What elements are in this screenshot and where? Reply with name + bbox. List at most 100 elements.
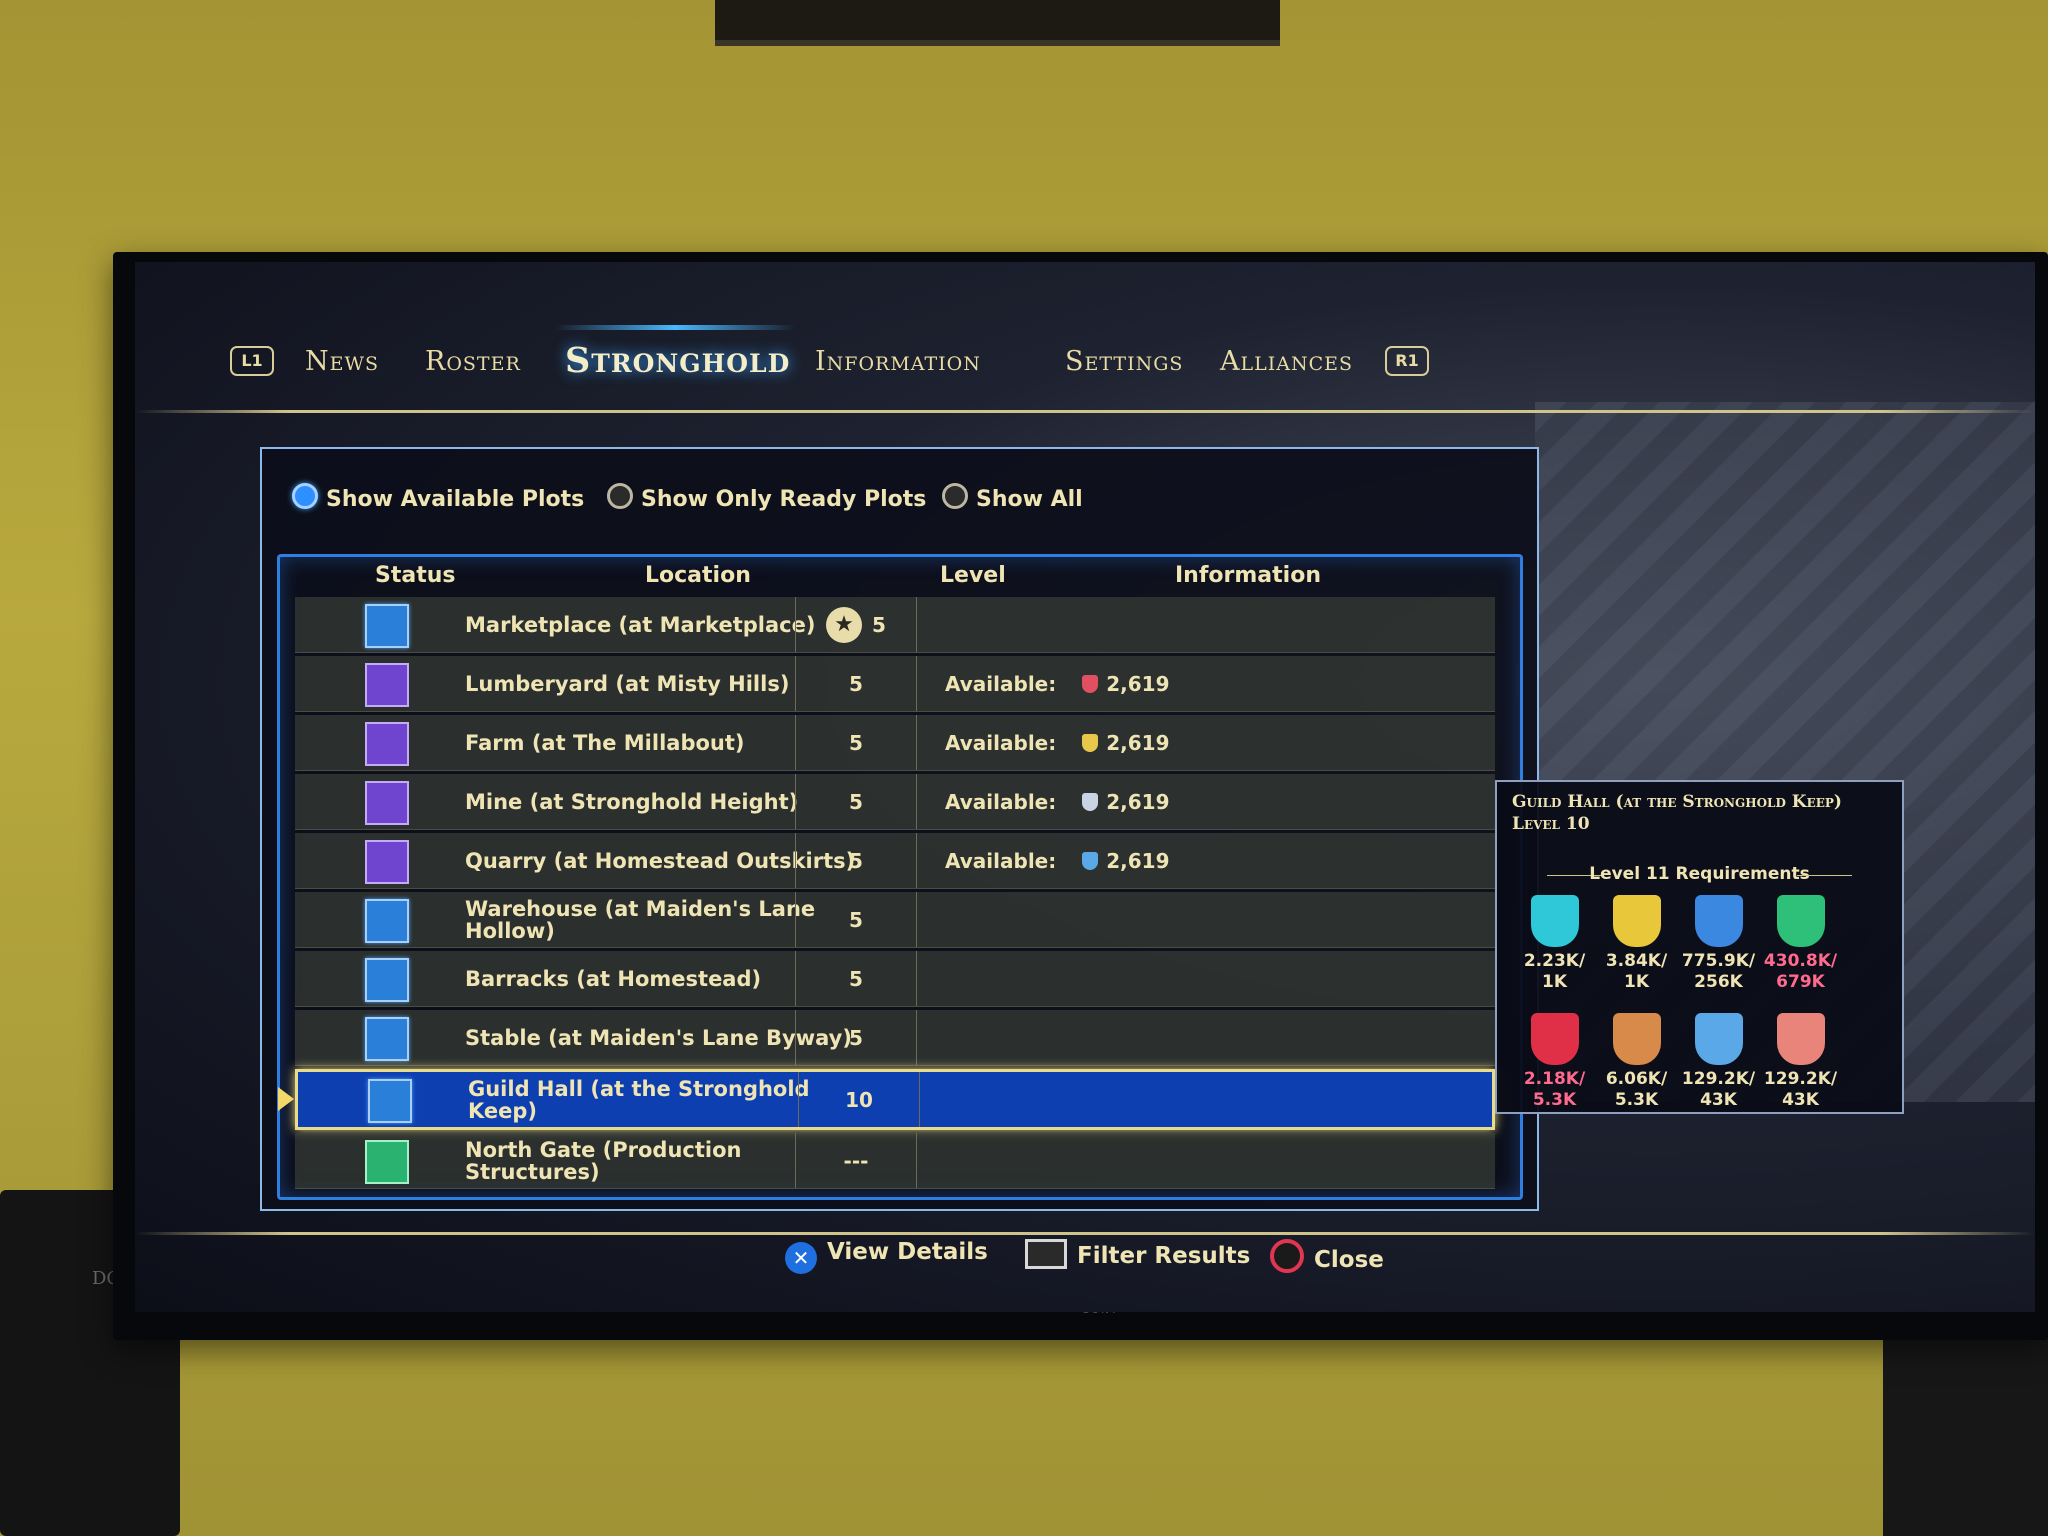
requirement-have: 430.8K/ [1763, 951, 1838, 971]
filter-label: Show Available Plots [326, 487, 585, 512]
blue-plot-icon [365, 958, 409, 1002]
table-row[interactable]: Barracks (at Homestead) 5 [295, 951, 1495, 1007]
r1-button-icon[interactable]: R1 [1385, 346, 1429, 376]
tooltip-title: Guild Hall (at the Stronghold Keep) [1512, 792, 1842, 812]
available-label: Available: [945, 730, 1057, 755]
row-level-cell: 5 [795, 774, 917, 829]
tab-news[interactable]: News [305, 346, 379, 377]
header-divider [135, 410, 2035, 413]
row-level: 5 [849, 966, 863, 991]
resource-icon [1082, 792, 1099, 811]
requirement-item: 775.9K/256K [1676, 895, 1761, 993]
view-details-button[interactable]: ✕ View Details [785, 1239, 988, 1274]
filter-ready-plots[interactable]: Show Only Ready Plots [607, 483, 926, 512]
radio-icon [607, 483, 633, 509]
divider-line [1797, 875, 1852, 876]
row-level: 5 [872, 612, 886, 637]
purple-plot-icon [365, 781, 409, 825]
game-screen: L1 News Roster Stronghold Information Se… [135, 262, 2035, 1312]
header-location: Location [645, 563, 751, 588]
row-information: Available: 2,619 [945, 715, 1445, 770]
table-row[interactable]: Farm (at The Millabout) 5 Available: 2,619 [295, 715, 1495, 771]
row-level-cell: 5 [795, 892, 917, 947]
row-level-cell: 5 [795, 1010, 917, 1065]
requirement-need: 5.3K [1614, 1090, 1659, 1110]
tab-stronghold[interactable]: Stronghold [565, 340, 790, 381]
row-level-cell: 5 [795, 833, 917, 888]
table-row[interactable]: Stable (at Maiden's Lane Byway) 5 [295, 1010, 1495, 1066]
row-information: Available: 2,619 [945, 656, 1445, 711]
green-banner-icon [1776, 895, 1825, 947]
row-level-cell: ★ 5 [795, 597, 917, 652]
header-level: Level [940, 563, 1006, 588]
available-value: 2,619 [1106, 789, 1170, 814]
blue-plot-icon [368, 1079, 412, 1123]
row-information: Available: 2,619 [945, 833, 1445, 888]
purple-plot-icon [365, 722, 409, 766]
requirement-need: 43K [1782, 1090, 1819, 1110]
requirement-have: 129.2K/ [1763, 1069, 1838, 1089]
header-information: Information [1175, 563, 1321, 588]
circle-button-icon [1270, 1239, 1304, 1273]
radio-selected-icon [292, 483, 318, 509]
cross-button-icon: ✕ [785, 1242, 817, 1274]
requirement-need: 256K [1694, 972, 1743, 992]
tab-settings[interactable]: Settings [1065, 346, 1183, 377]
row-level-cell: 10 [798, 1072, 920, 1127]
green-gate-icon [365, 1140, 409, 1184]
blue-plot-icon [365, 1017, 409, 1061]
radio-icon [942, 483, 968, 509]
table-row[interactable]: Warehouse (at Maiden's Lane Hollow) 5 [295, 892, 1495, 948]
table-row[interactable]: Mine (at Stronghold Height) 5 Available: 2,… [295, 774, 1495, 830]
row-information [945, 892, 1445, 947]
row-level-cell: --- [795, 1133, 917, 1188]
table-row[interactable]: Marketplace (at Marketplace) ★ 5 [295, 597, 1495, 653]
requirement-have: 2.18K/ [1523, 1069, 1586, 1089]
available-label: Available: [945, 789, 1057, 814]
gold-banner-icon [1612, 895, 1661, 947]
tab-roster[interactable]: Roster [425, 346, 521, 377]
light-blue-banner-icon [1694, 1013, 1743, 1065]
requirement-need: 43K [1700, 1090, 1737, 1110]
row-information: Available: 2,619 [945, 774, 1445, 829]
close-button[interactable]: Close [1270, 1239, 1384, 1273]
row-level-cell: 5 [795, 951, 917, 1006]
table-row[interactable]: Guild Hall (at the Stronghold Keep) 10 [278, 1069, 1495, 1130]
requirements-heading: Level 11 Requirements [1589, 864, 1810, 884]
requirement-have: 3.84K/ [1605, 951, 1668, 971]
tab-information[interactable]: Information [815, 346, 981, 377]
available-label: Available: [945, 671, 1057, 696]
filter-results-button[interactable]: Filter Results [1025, 1239, 1250, 1269]
filter-available-plots[interactable]: Show Available Plots [292, 483, 584, 512]
row-level: --- [843, 1148, 869, 1173]
touchpad-button-icon [1025, 1239, 1067, 1269]
table-row[interactable]: Quarry (at Homestead Outskirts) 5 Availabl… [295, 833, 1495, 889]
table-row[interactable]: Lumberyard (at Misty Hills) 5 Available: 2,… [295, 656, 1495, 712]
row-level: 5 [849, 671, 863, 696]
l1-button-icon[interactable]: L1 [230, 346, 274, 376]
requirement-item: 2.23K/1K [1512, 895, 1597, 993]
purple-plot-icon [365, 663, 409, 707]
view-details-label: View Details [827, 1239, 988, 1265]
row-information [945, 597, 1445, 652]
row-level: 5 [849, 848, 863, 873]
wall-shelf [715, 0, 1280, 46]
row-level-cell: 5 [795, 656, 917, 711]
blue-banner-icon [1694, 895, 1743, 947]
resource-icon [1082, 851, 1099, 870]
requirement-need: 1K [1541, 972, 1567, 992]
requirement-item: 129.2K/43K [1758, 1013, 1843, 1111]
close-label: Close [1314, 1247, 1384, 1273]
requirement-item: 3.84K/1K [1594, 895, 1679, 993]
active-tab-glow [555, 325, 795, 330]
filter-label: Show Only Ready Plots [641, 487, 927, 512]
available-value: 2,619 [1106, 730, 1170, 755]
filter-show-all[interactable]: Show All [942, 483, 1083, 512]
filter-label: Show All [976, 487, 1083, 512]
tab-alliances[interactable]: Alliances [1220, 346, 1353, 377]
plots-panel: Show Available Plots Show Only Ready Plo… [260, 447, 1539, 1211]
blue-plot-icon [365, 899, 409, 943]
row-level: 5 [849, 789, 863, 814]
table-row[interactable]: North Gate (Production Structures) --- [295, 1133, 1495, 1189]
header-status: Status [375, 563, 456, 588]
